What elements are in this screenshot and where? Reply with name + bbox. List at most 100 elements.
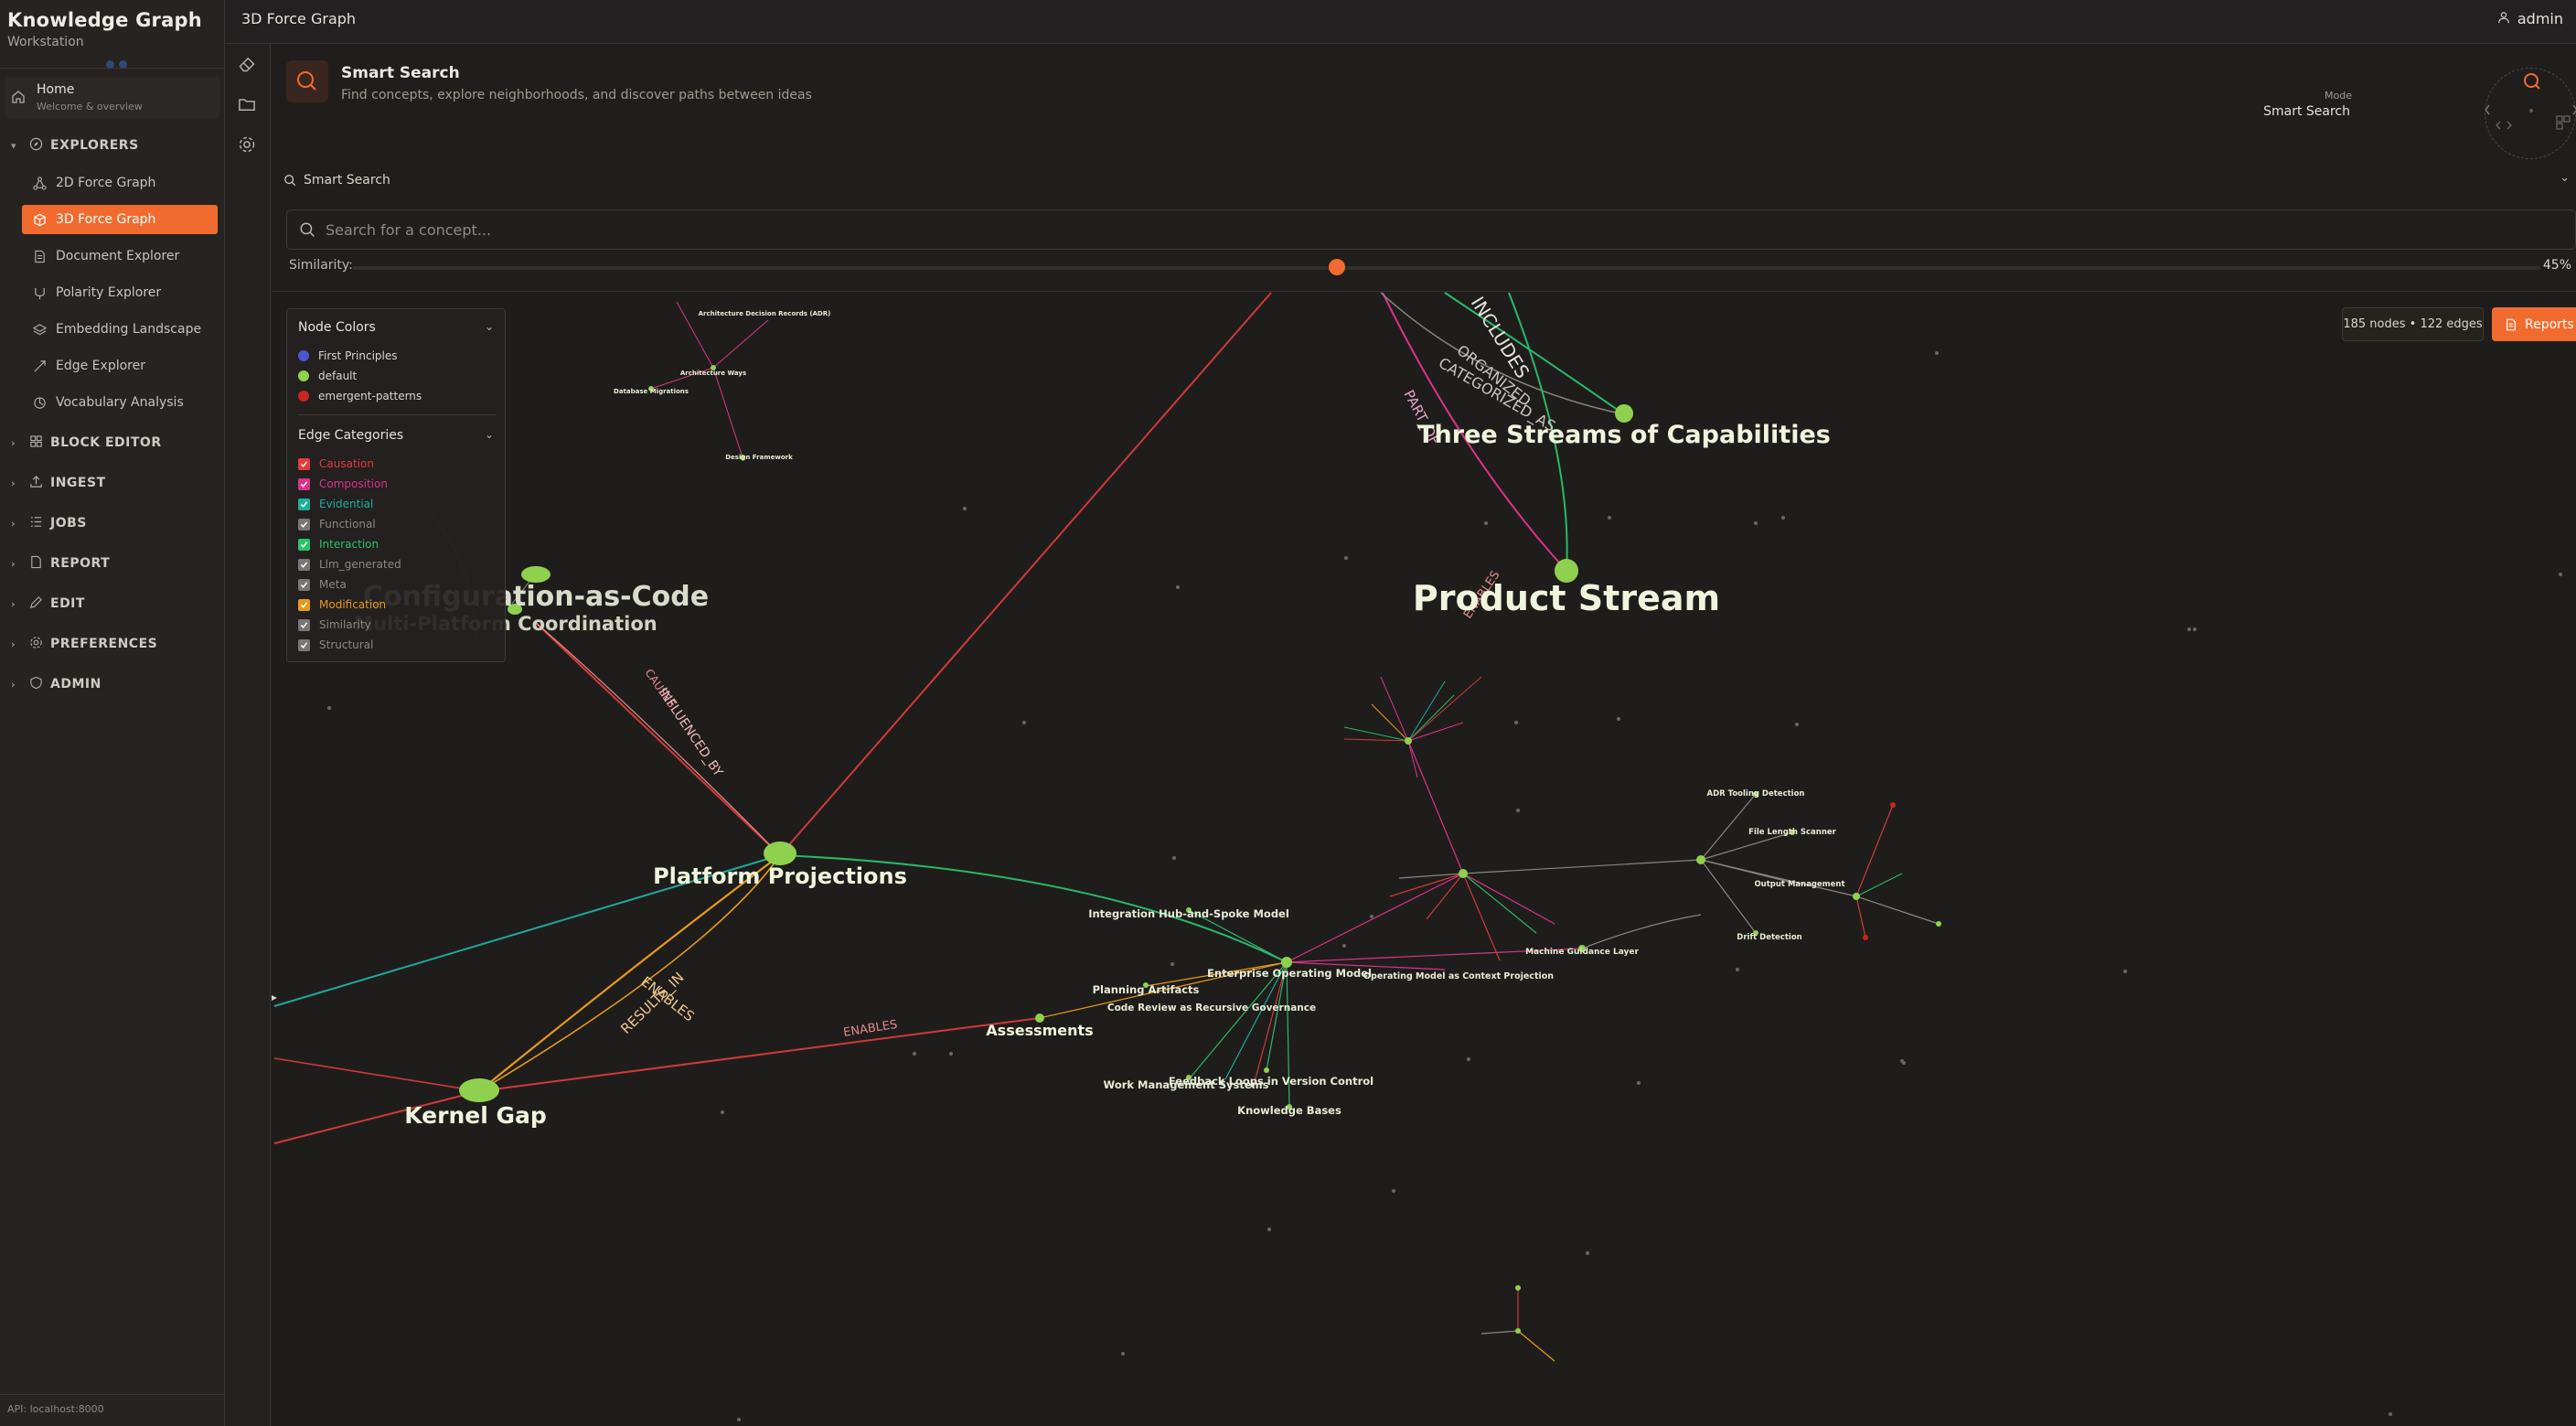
section-admin[interactable]: › ADMIN: [11, 672, 102, 696]
legend-node-colors-title[interactable]: Node Colors: [298, 320, 376, 335]
checkbox[interactable]: [298, 638, 310, 651]
legend-edge-label: Evidential: [319, 498, 374, 510]
node-label[interactable]: Architecture Ways: [680, 370, 746, 377]
node-label[interactable]: Design Framework: [725, 454, 793, 461]
brand: Knowledge Graph Workstation: [7, 9, 202, 49]
chevron-right-icon: ›: [11, 597, 16, 610]
node-label[interactable]: ADR Tooling Detection: [1707, 789, 1805, 799]
list-icon: [29, 515, 43, 532]
sidebar-item-vocabulary-analysis[interactable]: Vocabulary Analysis: [22, 388, 218, 417]
eraser-button[interactable]: [238, 55, 258, 75]
legend-edge-evidential[interactable]: Evidential: [298, 498, 373, 510]
gear-icon: [29, 636, 43, 653]
sidebar-item-home[interactable]: Home Welcome & overview: [5, 77, 219, 119]
legend-node-default: default: [298, 370, 357, 382]
polarity-icon: [33, 286, 47, 300]
settings-button[interactable]: [238, 135, 258, 155]
section-edit[interactable]: › EDIT: [11, 592, 85, 616]
node-label[interactable]: Product Stream: [1413, 578, 1720, 618]
document-icon: [33, 250, 47, 263]
node-label[interactable]: Output Management: [1754, 880, 1844, 889]
legend-edge-causation[interactable]: Causation: [298, 457, 374, 470]
sidebar-item-document-explorer[interactable]: Document Explorer: [22, 241, 218, 271]
edge-icon: [33, 359, 47, 373]
open-folder-button[interactable]: [238, 95, 258, 115]
sidebar-item-edge-explorer[interactable]: Edge Explorer: [22, 351, 218, 381]
legend-edge-structural[interactable]: Structural: [298, 638, 373, 651]
checkbox[interactable]: [298, 618, 310, 631]
node-label[interactable]: Knowledge Bases: [1237, 1104, 1341, 1117]
checkbox[interactable]: [298, 477, 310, 490]
tool-rail: [225, 44, 271, 1426]
checkbox[interactable]: [298, 538, 310, 551]
similarity-slider-thumb[interactable]: [1329, 259, 1346, 275]
node-label[interactable]: Assessments: [986, 1022, 1093, 1039]
node-label[interactable]: Integration Hub-and-Spoke Model: [1088, 907, 1289, 920]
checkbox[interactable]: [298, 457, 310, 470]
similarity-slider-track[interactable]: [353, 266, 2540, 270]
sidebar-item-polarity-explorer[interactable]: Polarity Explorer: [22, 278, 218, 307]
node-label[interactable]: Machine Guidance Layer: [1525, 948, 1639, 957]
checkbox[interactable]: [298, 598, 310, 611]
node-label[interactable]: Database Migrations: [614, 388, 689, 395]
app-title: Knowledge Graph: [7, 9, 202, 31]
legend-edge-llm-generated[interactable]: Llm_generated: [298, 558, 401, 571]
node-label[interactable]: Three Streams of Capabilities: [1417, 421, 1831, 449]
legend-edge-composition[interactable]: Composition: [298, 477, 388, 490]
sidebar-item-2d-force-graph[interactable]: 2D Force Graph: [22, 168, 218, 198]
legend-edge-functional[interactable]: Functional: [298, 518, 376, 531]
legend-edge-categories-title[interactable]: Edge Categories: [298, 428, 403, 443]
node-label[interactable]: Planning Artifacts: [1093, 983, 1200, 996]
node-label[interactable]: Platform Projections: [653, 863, 907, 889]
reports-button[interactable]: Reports: [2492, 307, 2576, 341]
node-label[interactable]: Drift Detection: [1737, 933, 1801, 942]
reports-label: Reports: [2525, 316, 2574, 332]
section-ingest[interactable]: › INGEST: [11, 471, 106, 495]
node-label[interactable]: Code Review as Recursive Governance: [1107, 1002, 1316, 1013]
node-label[interactable]: File Length Scanner: [1748, 828, 1837, 837]
graph-canvas[interactable]: ENABLES ENABLES RESULTS_IN ENABLES CAUSE…: [272, 292, 2576, 1426]
section-preferences[interactable]: › PREFERENCES: [11, 632, 157, 656]
section-jobs[interactable]: › JOBS: [11, 511, 87, 535]
legend-edge-modification[interactable]: Modification: [298, 598, 386, 611]
shield-icon: [29, 676, 43, 693]
force-graph-svg: ENABLES ENABLES RESULTS_IN ENABLES CAUSE…: [272, 292, 2562, 1421]
node-label[interactable]: Kernel Gap: [404, 1102, 547, 1129]
nav-label: Polarity Explorer: [56, 285, 162, 300]
node-label[interactable]: Architecture Decision Records (ADR): [699, 310, 831, 317]
legend-edge-similarity[interactable]: Similarity: [298, 618, 371, 631]
nav-label: 3D Force Graph: [56, 212, 156, 227]
brand-dots: [106, 55, 132, 72]
nav-label: Document Explorer: [56, 249, 180, 263]
chevron-right-icon: ›: [11, 638, 16, 650]
section-label: PREFERENCES: [50, 637, 158, 651]
sidebar-item-embedding-landscape[interactable]: Embedding Landscape: [22, 315, 218, 344]
section-explorers[interactable]: ▾ EXPLORERS: [11, 134, 139, 157]
checkbox[interactable]: [298, 498, 310, 510]
home-label: Home: [37, 82, 75, 97]
section-label: Smart Search: [304, 173, 390, 188]
chevron-down-icon[interactable]: ⌄: [485, 320, 494, 333]
compass-icon: [29, 137, 43, 155]
legend-edge-label: Interaction: [319, 538, 379, 551]
sidebar-item-3d-force-graph[interactable]: 3D Force Graph: [22, 205, 218, 234]
legend-edge-meta[interactable]: Meta: [298, 578, 347, 591]
mode-selector-wheel[interactable]: [2485, 68, 2576, 159]
eraser-icon: [239, 57, 255, 72]
section-label: EDIT: [50, 596, 85, 611]
checkbox[interactable]: [298, 518, 310, 531]
legend-edge-interaction[interactable]: Interaction: [298, 538, 379, 551]
node-label[interactable]: Operating Model as Context Projection: [1363, 971, 1554, 981]
section-block-editor[interactable]: › BLOCK EDITOR: [11, 431, 162, 455]
section-label: EXPLORERS: [50, 138, 139, 153]
section-report[interactable]: › REPORT: [11, 552, 110, 575]
user-menu[interactable]: admin: [2497, 10, 2563, 27]
concept-search-input[interactable]: Search for a concept...: [286, 209, 2576, 250]
sidebar: Knowledge Graph Workstation Home Welcome…: [0, 0, 225, 1426]
checkbox[interactable]: [298, 558, 310, 571]
node-label[interactable]: Feedback Loops in Version Control: [1169, 1075, 1374, 1088]
smart-search-section-toggle[interactable]: Smart Search ⌄: [283, 169, 2570, 191]
node-label[interactable]: Enterprise Operating Model: [1207, 967, 1372, 980]
checkbox[interactable]: [298, 578, 310, 591]
chevron-down-icon[interactable]: ⌄: [485, 428, 494, 441]
